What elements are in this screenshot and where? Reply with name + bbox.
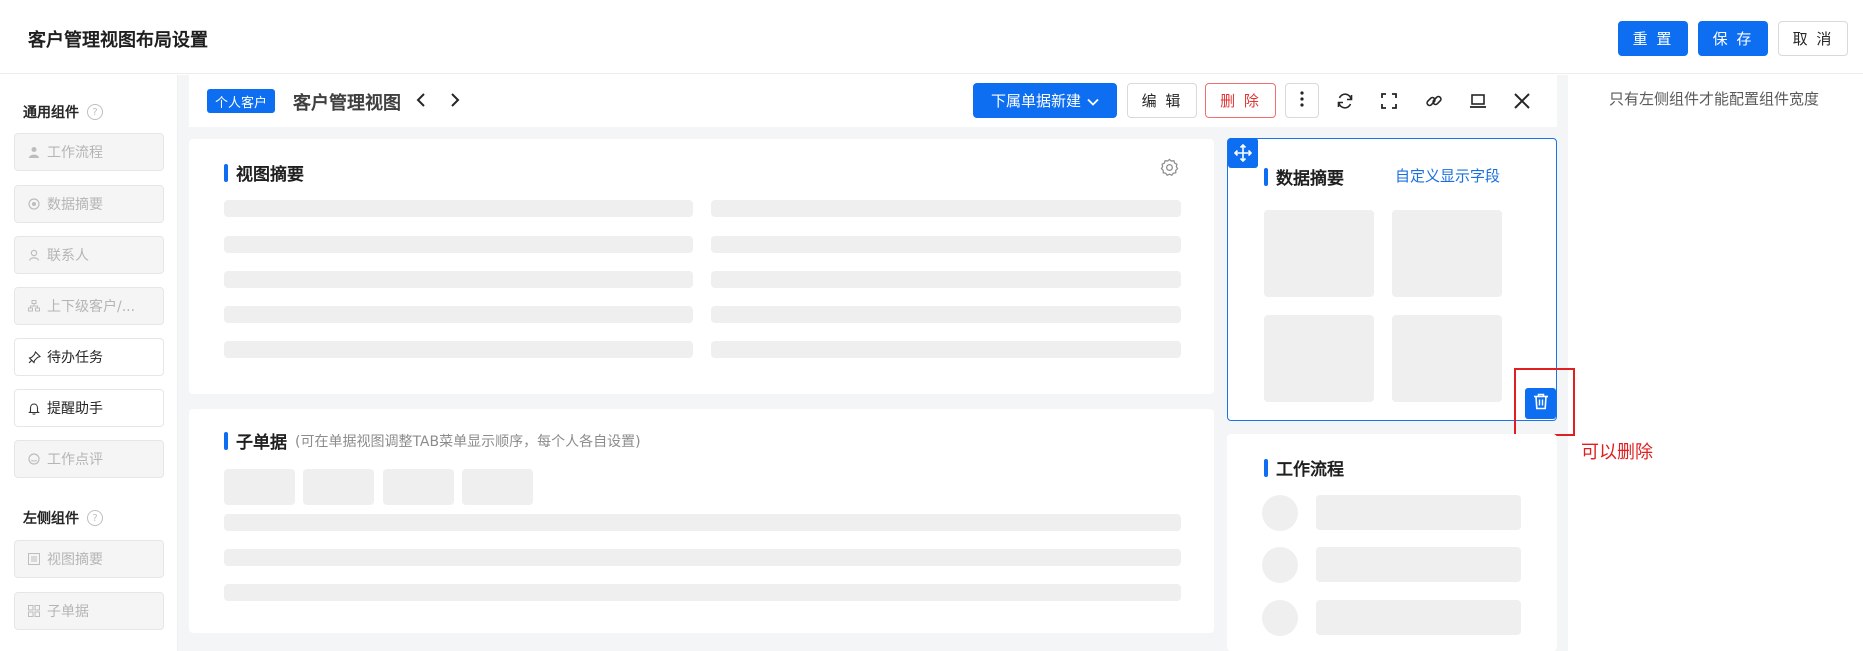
page-header: 客户管理视图布局设置 重 置 保 存 取 消 xyxy=(0,0,1863,74)
skeleton-line xyxy=(711,236,1181,253)
skeleton-line xyxy=(224,271,693,288)
more-options-button[interactable] xyxy=(1285,83,1319,118)
bell-icon xyxy=(27,402,41,415)
skeleton-line xyxy=(1316,495,1521,530)
next-arrow-icon[interactable] xyxy=(442,86,468,114)
view-title: 客户管理视图 xyxy=(293,93,401,114)
component-panel: 通用组件 ? 工作流程 数据摘要 联系人 上下级客户/... 待办任务 提醒助手… xyxy=(0,75,178,651)
link-icon[interactable] xyxy=(1419,86,1449,116)
skeleton-line xyxy=(711,200,1181,217)
skeleton-tab xyxy=(383,469,454,505)
more-vertical-icon xyxy=(1300,90,1304,111)
skeleton-line xyxy=(224,549,1181,566)
skeleton-line xyxy=(224,236,693,253)
skeleton-block xyxy=(1264,210,1374,297)
skeleton-line xyxy=(224,341,693,358)
common-group-title: 通用组件 ? xyxy=(23,102,103,122)
skeleton-tab xyxy=(303,469,374,505)
component-item-sub-documents[interactable]: 子单据 xyxy=(14,592,164,630)
skeleton-line xyxy=(711,306,1181,323)
skeleton-avatar xyxy=(1262,547,1298,583)
skeleton-line xyxy=(224,584,1181,601)
component-item-workflow[interactable]: 工作流程 xyxy=(14,133,164,171)
skeleton-line xyxy=(224,306,693,323)
chevron-down-icon xyxy=(1087,92,1099,110)
list-icon xyxy=(27,553,41,565)
help-icon[interactable]: ? xyxy=(87,510,103,526)
width-config-note: 只有左侧组件才能配置组件宽度 xyxy=(1609,90,1820,108)
hierarchy-icon xyxy=(27,300,41,312)
move-handle-icon[interactable] xyxy=(1228,138,1258,168)
skeleton-tab xyxy=(224,469,295,505)
reset-button[interactable]: 重 置 xyxy=(1618,21,1688,56)
component-item-data-summary[interactable]: 数据摘要 xyxy=(14,185,164,223)
component-item-contacts[interactable]: 联系人 xyxy=(14,236,164,274)
delete-button[interactable]: 删 除 xyxy=(1205,83,1276,118)
refresh-icon[interactable] xyxy=(1330,86,1360,116)
skeleton-block xyxy=(1392,210,1502,297)
skeleton-block xyxy=(1392,315,1502,402)
workflow-title: 工作流程 xyxy=(1264,455,1344,480)
fullscreen-icon[interactable] xyxy=(1374,86,1404,116)
component-item-todo-tasks[interactable]: 待办任务 xyxy=(14,338,164,376)
skeleton-line xyxy=(224,200,693,217)
laptop-icon[interactable] xyxy=(1463,86,1493,116)
customer-type-tag: 个人客户 xyxy=(207,89,276,113)
skeleton-avatar xyxy=(1262,600,1298,636)
cancel-button[interactable]: 取 消 xyxy=(1778,21,1848,56)
person-icon xyxy=(27,146,41,158)
data-summary-title: 数据摘要 xyxy=(1264,164,1344,189)
page-title: 客户管理视图布局设置 xyxy=(28,30,208,51)
custom-fields-link[interactable]: 自定义显示字段 xyxy=(1395,165,1500,186)
skeleton-line xyxy=(711,271,1181,288)
sub-documents-title: 子单据 (可在单据视图调整TAB菜单显示顺序，每个人各自设置) xyxy=(224,428,641,453)
smile-icon xyxy=(27,453,41,465)
component-item-view-summary[interactable]: 视图摘要 xyxy=(14,540,164,578)
component-item-reminder-assistant[interactable]: 提醒助手 xyxy=(14,389,164,427)
new-sub-document-button[interactable]: 下属单据新建 xyxy=(973,83,1117,118)
pin-icon xyxy=(27,350,41,364)
skeleton-line xyxy=(1316,547,1521,582)
delete-highlight-box xyxy=(1514,368,1575,436)
close-icon[interactable] xyxy=(1507,86,1537,116)
can-delete-annotation: 可以删除 xyxy=(1581,442,1653,463)
save-button[interactable]: 保 存 xyxy=(1698,21,1768,56)
skeleton-avatar xyxy=(1262,495,1298,531)
grid-icon xyxy=(27,605,41,617)
skeleton-tab xyxy=(462,469,533,505)
component-item-parent-child-customers[interactable]: 上下级客户/... xyxy=(14,287,164,325)
skeleton-line xyxy=(711,341,1181,358)
edit-button[interactable]: 编 辑 xyxy=(1127,83,1197,118)
user-outline-icon xyxy=(27,249,41,261)
prev-arrow-icon[interactable] xyxy=(408,86,434,114)
settings-gear-icon[interactable] xyxy=(1160,158,1179,181)
left-group-title: 左侧组件 ? xyxy=(23,508,103,528)
skeleton-line xyxy=(1316,600,1521,635)
help-icon[interactable]: ? xyxy=(87,104,103,120)
skeleton-block xyxy=(1264,315,1374,402)
sub-documents-note: (可在单据视图调整TAB菜单显示顺序，每个人各自设置) xyxy=(295,433,641,450)
component-item-work-review[interactable]: 工作点评 xyxy=(14,440,164,478)
view-summary-title: 视图摘要 xyxy=(224,160,304,185)
circle-dot-icon xyxy=(27,198,41,210)
skeleton-line xyxy=(224,514,1181,531)
